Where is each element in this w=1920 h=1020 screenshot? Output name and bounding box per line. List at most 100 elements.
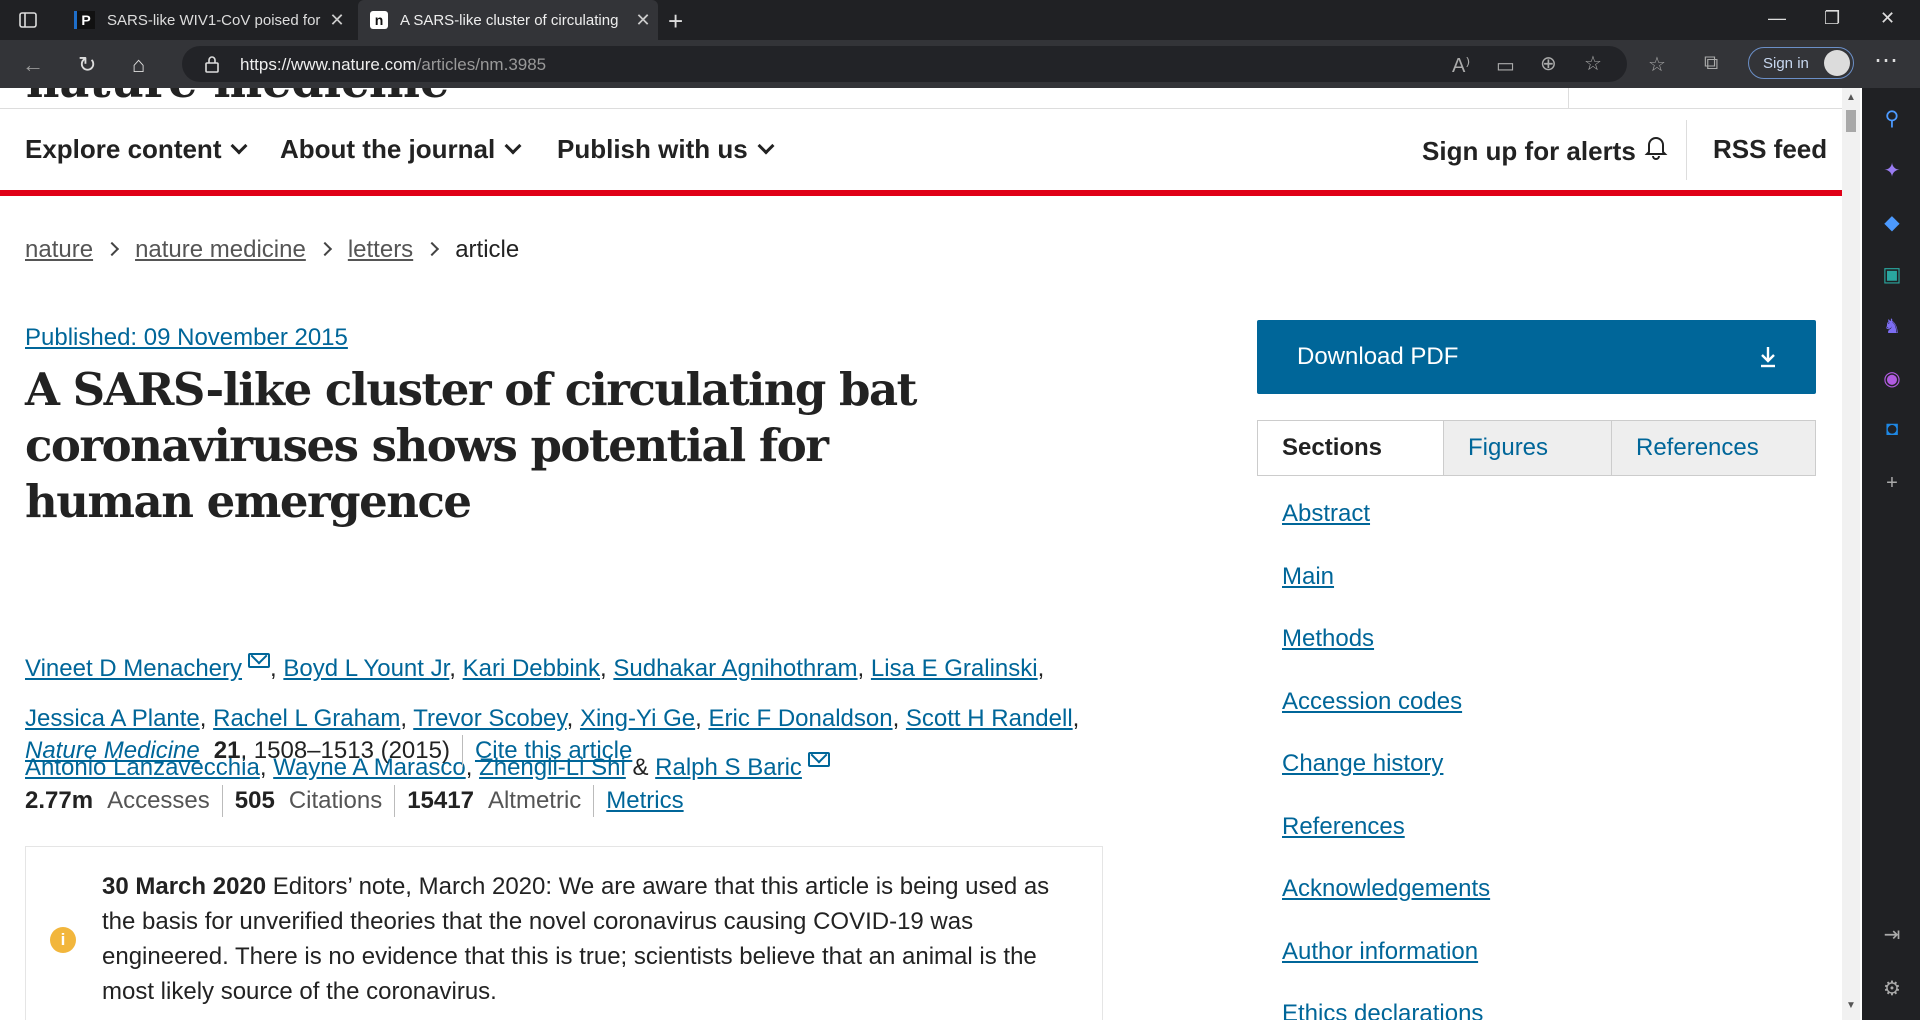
restore-icon[interactable]: ❐ (1824, 8, 1840, 29)
author-link[interactable]: Rachel L Graham (213, 705, 400, 732)
note-date: 30 March 2020 (102, 873, 267, 900)
add-favorite-icon[interactable]: ☆ (1584, 51, 1602, 76)
home-icon[interactable]: ⌂ (132, 52, 145, 78)
author-link[interactable]: Eric F Donaldson (708, 705, 892, 732)
url-host: https://www.nature.com (240, 55, 417, 74)
main-navigation: Explore content About the journal Publis… (0, 108, 1842, 196)
pages-year: , 1508–1513 (2015) (240, 737, 450, 764)
list-item: Abstract (1282, 498, 1490, 561)
scroll-up-icon[interactable]: ▲ (1846, 92, 1856, 103)
shopping-tag-icon[interactable]: ◆ (1880, 210, 1904, 234)
section-link-abstract[interactable]: Abstract (1282, 500, 1370, 527)
browser-tab-1[interactable]: P SARS-like WIV1-CoV poised for h ✕ (62, 0, 352, 40)
divider (1568, 88, 1569, 108)
gear-icon[interactable]: ⚙ (1880, 976, 1904, 1000)
sidebar-tabs: Sections Figures References (1257, 420, 1816, 476)
altmetric-label: Altmetric (487, 787, 582, 814)
mail-icon[interactable] (248, 653, 271, 668)
page-scrollbar[interactable]: ▲ ▼ (1842, 88, 1860, 1020)
list-item: Change history (1282, 748, 1490, 811)
office-icon[interactable]: ◉ (1880, 366, 1904, 390)
tab-actions-icon[interactable] (18, 10, 38, 30)
section-link-ethics-declarations[interactable]: Ethics declarations (1282, 1000, 1483, 1020)
section-link-methods[interactable]: Methods (1282, 625, 1374, 652)
mail-icon[interactable] (807, 752, 830, 767)
address-bar[interactable]: https://www.nature.com/articles/nm.3985 … (182, 46, 1627, 82)
more-icon[interactable]: ⋯ (1874, 46, 1898, 75)
lock-icon[interactable] (202, 54, 222, 74)
section-link-references[interactable]: References (1282, 813, 1405, 840)
favorites-icon[interactable]: ☆ (1648, 52, 1666, 77)
games-icon[interactable]: ♞ (1880, 314, 1904, 338)
section-link-author-information[interactable]: Author information (1282, 938, 1478, 965)
author-link[interactable]: Ralph S Baric (655, 754, 802, 781)
section-link-main[interactable]: Main (1282, 563, 1334, 590)
read-aloud-icon[interactable]: A⁾ (1452, 53, 1470, 78)
tab-sections[interactable]: Sections (1258, 421, 1443, 475)
author-link[interactable]: Vineet D Menachery (25, 655, 242, 682)
back-icon[interactable]: ← (22, 52, 44, 78)
hide-sidebar-icon[interactable]: ⇥ (1880, 922, 1904, 946)
list-item: Acknowledgements (1282, 873, 1490, 936)
collections-icon[interactable]: ⧉ (1704, 52, 1718, 75)
scroll-down-icon[interactable]: ▼ (1846, 1000, 1856, 1011)
tab-references[interactable]: References (1611, 421, 1815, 475)
sign-in-button[interactable]: Sign in (1748, 47, 1854, 79)
page-title: A SARS-like cluster of circulating bat c… (25, 363, 917, 528)
sections-list: Abstract Main Methods Accession codes Ch… (1282, 498, 1490, 1020)
list-item: References (1282, 811, 1490, 874)
altmetric-score: 15417 (407, 787, 474, 814)
author-link[interactable]: Xing-Yi Ge (580, 705, 695, 732)
nav-label: About the journal (280, 134, 496, 164)
sign-up-alerts-link[interactable]: Sign up for alerts (1422, 134, 1668, 167)
chevron-right-icon (317, 241, 332, 257)
close-icon[interactable]: ✕ (628, 10, 658, 31)
refresh-icon[interactable]: ↻ (78, 52, 96, 78)
new-tab-icon[interactable]: + (668, 6, 683, 37)
immersive-reader-icon[interactable]: ▭ (1496, 53, 1515, 78)
journal-link[interactable]: Nature Medicine (25, 737, 200, 765)
breadcrumb-nature[interactable]: nature (25, 236, 93, 263)
edge-sidebar: ⚲ ✦ ◆ ▣ ♞ ◉ ◘ + ⇥ ⚙ (1862, 88, 1920, 1020)
divider (1686, 120, 1687, 180)
divider (394, 785, 396, 817)
search-icon[interactable]: ⚲ (1880, 106, 1904, 130)
author-link[interactable]: Jessica A Plante (25, 705, 200, 732)
nav-publish-with-us[interactable]: Publish with us (557, 134, 775, 165)
published-date-link[interactable]: Published: 09 November 2015 (25, 324, 348, 352)
site-logo[interactable]: nature medicine (26, 88, 449, 108)
author-link[interactable]: Scott H Randell (906, 705, 1073, 732)
minimize-icon[interactable]: — (1768, 8, 1786, 29)
add-icon[interactable]: + (1880, 472, 1904, 496)
author-link[interactable]: Boyd L Yount Jr (283, 655, 449, 682)
zoom-icon[interactable]: ⊕ (1540, 51, 1557, 76)
breadcrumb-current: article (455, 236, 520, 263)
author-list: Vineet D Menachery, Boyd L Yount Jr, Kar… (25, 653, 1080, 781)
section-link-accession-codes[interactable]: Accession codes (1282, 688, 1462, 715)
breadcrumb-nature-medicine[interactable]: nature medicine (135, 236, 306, 263)
author-link[interactable]: Lisa E Gralinski (871, 655, 1038, 682)
window-close-icon[interactable]: ✕ (1880, 8, 1895, 29)
section-link-change-history[interactable]: Change history (1282, 750, 1443, 777)
author-link[interactable]: Sudhakar Agnihothram (613, 655, 857, 682)
download-pdf-button[interactable]: Download PDF (1257, 320, 1816, 394)
tools-icon[interactable]: ▣ (1880, 262, 1904, 286)
metrics-link[interactable]: Metrics (606, 787, 683, 815)
sign-in-label: Sign in (1763, 54, 1809, 72)
author-link[interactable]: Kari Debbink (463, 655, 600, 682)
author-link[interactable]: Trevor Scobey (413, 705, 566, 732)
breadcrumb-letters[interactable]: letters (348, 236, 413, 263)
rss-feed-link[interactable]: RSS feed (1713, 134, 1827, 165)
nav-explore-content[interactable]: Explore content (25, 134, 248, 165)
scrollbar-thumb[interactable] (1846, 110, 1856, 132)
nav-about-journal[interactable]: About the journal (280, 134, 522, 165)
list-item: Ethics declarations (1282, 998, 1490, 1020)
cite-this-article-link[interactable]: Cite this article (475, 737, 632, 765)
outlook-icon[interactable]: ◘ (1880, 418, 1904, 442)
close-icon[interactable]: ✕ (322, 10, 352, 31)
section-link-acknowledgements[interactable]: Acknowledgements (1282, 875, 1490, 902)
copilot-icon[interactable]: ✦ (1880, 158, 1904, 182)
editors-note: i 30 March 2020 Editors’ note, March 202… (25, 846, 1103, 1020)
browser-tab-2-active[interactable]: n A SARS-like cluster of circulating ✕ (358, 0, 658, 40)
tab-figures[interactable]: Figures (1443, 421, 1611, 475)
